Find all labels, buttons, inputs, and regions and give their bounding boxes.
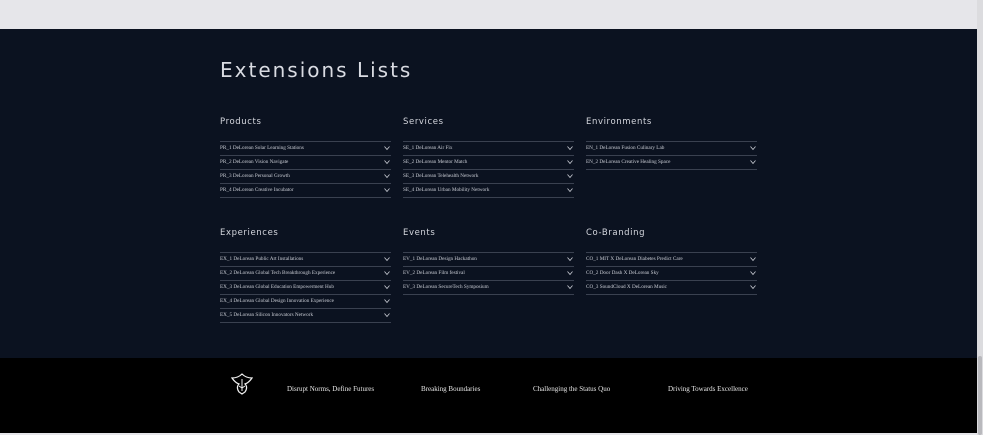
- section-title: Products: [220, 117, 262, 127]
- item-list: EN_1 DeLorean Fusion Culinary Lab EN_2 De…: [586, 141, 757, 170]
- chevron-down-icon[interactable]: [750, 284, 756, 290]
- accordion-row-label: CO_2 Door Dash X DeLorean Sky: [586, 270, 659, 276]
- section-co-branding: Co-Branding CO_1 MIT X DeLorean Diabetes…: [586, 228, 757, 295]
- chevron-down-icon[interactable]: [567, 145, 573, 151]
- accordion-row-label: EN_2 DeLorean Creative Healing Space: [586, 159, 671, 165]
- footer: Disrupt Norms, Define Futures Breaking B…: [0, 358, 977, 433]
- accordion-row-label: EV_2 DeLorean Film festival: [403, 270, 465, 276]
- chevron-down-icon[interactable]: [750, 270, 756, 276]
- accordion-row[interactable]: CO_3 SoundCloud X DeLorean Music: [586, 281, 757, 295]
- chevron-down-icon[interactable]: [567, 256, 573, 262]
- extensions-section: Extensions Lists Products PR_1 DeLorean …: [0, 29, 977, 358]
- section-events: Events EV_1 DeLorean Design Hackathon EV_…: [403, 228, 574, 295]
- chevron-down-icon[interactable]: [384, 173, 390, 179]
- chevron-down-icon[interactable]: [750, 145, 756, 151]
- accordion-row-label: EV_3 DeLorean SecureTech Symposium: [403, 284, 489, 290]
- section-experiences: Experiences EX_1 DeLorean Public Art Ins…: [220, 228, 391, 323]
- accordion-row-label: PR_2 DeLorean Vision Navigate: [220, 159, 289, 165]
- accordion-row[interactable]: PR_3 DeLorean Personal Growth: [220, 170, 391, 184]
- accordion-row[interactable]: SE_3 DeLorean Telehealth Network: [403, 170, 574, 184]
- accordion-row[interactable]: PR_1 DeLorean Solar Learning Stations: [220, 142, 391, 156]
- accordion-row-label: PR_3 DeLorean Personal Growth: [220, 173, 290, 179]
- item-list: PR_1 DeLorean Solar Learning Stations PR_…: [220, 141, 391, 198]
- chevron-down-icon[interactable]: [567, 173, 573, 179]
- chevron-down-icon[interactable]: [567, 284, 573, 290]
- item-list: CO_1 MIT X DeLorean Diabetes Predict Car…: [586, 252, 757, 295]
- chevron-down-icon[interactable]: [750, 256, 756, 262]
- accordion-row-label: SE_4 DeLorean Urban Mobility Network: [403, 187, 490, 193]
- section-title: Events: [403, 228, 436, 238]
- section-environments: Environments EN_1 DeLorean Fusion Culina…: [586, 117, 757, 170]
- chevron-down-icon[interactable]: [384, 187, 390, 193]
- section-title: Experiences: [220, 228, 279, 238]
- accordion-row[interactable]: EX_2 DeLorean Global Tech Breakthrough E…: [220, 267, 391, 281]
- section-title: Services: [403, 117, 444, 127]
- accordion-row[interactable]: PR_2 DeLorean Vision Navigate: [220, 156, 391, 170]
- chevron-down-icon[interactable]: [384, 270, 390, 276]
- chevron-down-icon[interactable]: [567, 270, 573, 276]
- top-page-strip: [0, 0, 977, 29]
- chevron-down-icon[interactable]: [384, 145, 390, 151]
- accordion-row-label: EX_2 DeLorean Global Tech Breakthrough E…: [220, 270, 336, 276]
- accordion-row-label: PR_1 DeLorean Solar Learning Stations: [220, 145, 304, 151]
- section-products: Products PR_1 DeLorean Solar Learning St…: [220, 117, 391, 198]
- section-services: Services SE_1 DeLorean Air Fix SE_2 DeLor…: [403, 117, 574, 198]
- item-list: EX_1 DeLorean Public Art Installations EX…: [220, 252, 391, 323]
- footer-link-status-quo[interactable]: Challenging the Status Quo: [533, 385, 610, 393]
- accordion-row-label: CO_3 SoundCloud X DeLorean Music: [586, 284, 667, 290]
- accordion-row-label: EX_5 DeLorean Silicon Innovators Network: [220, 312, 314, 318]
- accordion-row-label: CO_1 MIT X DeLorean Diabetes Predict Car…: [586, 256, 683, 262]
- scrollbar-thumb[interactable]: [978, 356, 982, 435]
- accordion-row-label: EN_1 DeLorean Fusion Culinary Lab: [586, 145, 665, 151]
- accordion-row[interactable]: SE_4 DeLorean Urban Mobility Network: [403, 184, 574, 198]
- chevron-down-icon[interactable]: [384, 159, 390, 165]
- accordion-row-label: PR_4 DeLorean Creative Incubator: [220, 187, 294, 193]
- section-title: Co-Branding: [586, 228, 646, 238]
- chevron-down-icon[interactable]: [567, 159, 573, 165]
- accordion-row[interactable]: CO_2 Door Dash X DeLorean Sky: [586, 267, 757, 281]
- accordion-row-label: SE_3 DeLorean Telehealth Network: [403, 173, 479, 179]
- accordion-row-label: EX_3 DeLorean Global Education Empowerme…: [220, 284, 334, 290]
- accordion-row[interactable]: CO_1 MIT X DeLorean Diabetes Predict Car…: [586, 253, 757, 267]
- page-title: Extensions Lists: [220, 58, 413, 82]
- chevron-down-icon[interactable]: [384, 312, 390, 318]
- chevron-down-icon[interactable]: [567, 187, 573, 193]
- footer-link-breaking-boundaries[interactable]: Breaking Boundaries: [421, 385, 480, 393]
- accordion-row[interactable]: SE_2 DeLorean Mentor Match: [403, 156, 574, 170]
- chevron-down-icon[interactable]: [750, 159, 756, 165]
- accordion-row[interactable]: EX_4 DeLorean Global Design Innovation E…: [220, 295, 391, 309]
- accordion-row-label: EX_1 DeLorean Public Art Installations: [220, 256, 304, 262]
- accordion-row[interactable]: EV_3 DeLorean SecureTech Symposium: [403, 281, 574, 295]
- footer-link-excellence[interactable]: Driving Towards Excellence: [668, 385, 748, 393]
- accordion-row[interactable]: EX_5 DeLorean Silicon Innovators Network: [220, 309, 391, 323]
- accordion-row[interactable]: EX_3 DeLorean Global Education Empowerme…: [220, 281, 391, 295]
- chevron-down-icon[interactable]: [384, 284, 390, 290]
- accordion-row[interactable]: EN_1 DeLorean Fusion Culinary Lab: [586, 142, 757, 156]
- footer-link-disrupt-norms[interactable]: Disrupt Norms, Define Futures: [287, 385, 374, 393]
- item-list: EV_1 DeLorean Design Hackathon EV_2 DeLor…: [403, 252, 574, 295]
- accordion-row[interactable]: SE_1 DeLorean Air Fix: [403, 142, 574, 156]
- accordion-row-label: EX_4 DeLorean Global Design Innovation E…: [220, 298, 334, 304]
- section-title: Environments: [586, 117, 652, 127]
- accordion-row[interactable]: EV_2 DeLorean Film festival: [403, 267, 574, 281]
- accordion-row-label: SE_2 DeLorean Mentor Match: [403, 159, 468, 165]
- accordion-row[interactable]: EV_1 DeLorean Design Hackathon: [403, 253, 574, 267]
- phoenix-logo-icon[interactable]: [230, 372, 254, 396]
- accordion-row-label: EV_1 DeLorean Design Hackathon: [403, 256, 477, 262]
- accordion-row[interactable]: EN_2 DeLorean Creative Healing Space: [586, 156, 757, 170]
- item-list: SE_1 DeLorean Air Fix SE_2 DeLorean Mento…: [403, 141, 574, 198]
- chevron-down-icon[interactable]: [384, 298, 390, 304]
- page-scrollbar[interactable]: [977, 0, 983, 435]
- accordion-row[interactable]: EX_1 DeLorean Public Art Installations: [220, 253, 391, 267]
- accordion-row[interactable]: PR_4 DeLorean Creative Incubator: [220, 184, 391, 198]
- chevron-down-icon[interactable]: [384, 256, 390, 262]
- accordion-row-label: SE_1 DeLorean Air Fix: [403, 145, 453, 151]
